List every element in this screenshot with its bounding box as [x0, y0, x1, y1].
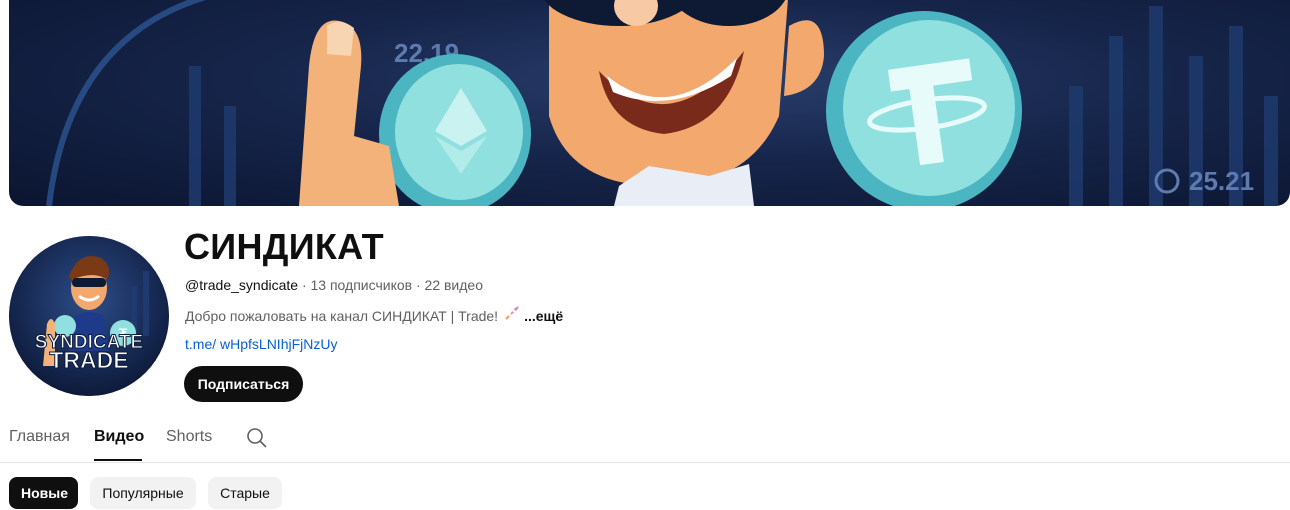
- channel-handle[interactable]: @trade_syndicate: [185, 277, 298, 293]
- tab-home[interactable]: Главная: [9, 428, 70, 446]
- channel-avatar[interactable]: ₮ SYNDICATE TRADE: [9, 236, 169, 396]
- avatar-artwork: ₮ SYNDICATE TRADE: [9, 236, 169, 396]
- meta-separator: ·: [412, 277, 425, 293]
- search-icon[interactable]: [246, 427, 268, 449]
- subscriber-count: 13 подписчиков: [310, 277, 413, 293]
- channel-banner: 22.19 25.21: [9, 0, 1290, 206]
- channel-meta: @trade_syndicate · 13 подписчиков · 22 в…: [185, 276, 483, 294]
- tab-videos[interactable]: Видео: [94, 428, 144, 446]
- meta-separator: ·: [298, 277, 311, 293]
- rocket-emoji-icon: [504, 305, 520, 326]
- ethereum-coin-icon: [379, 54, 531, 206]
- channel-external-link[interactable]: t.me/ wHpfsLNIhjFjNzUy: [185, 335, 337, 353]
- channel-title: СИНДИКАТ: [184, 226, 384, 267]
- avatar-text-line2: TRADE: [49, 347, 128, 373]
- filter-chip-popular[interactable]: Популярные: [90, 477, 196, 509]
- channel-tabs: Главная Видео Shorts: [0, 418, 1290, 463]
- filter-chip-oldest[interactable]: Старые: [208, 477, 282, 509]
- cartoon-character: [544, 0, 824, 206]
- description-text: Добро пожаловать на канал СИНДИКАТ | Tra…: [185, 308, 499, 324]
- channel-description[interactable]: Добро пожаловать на канал СИНДИКАТ | Tra…: [185, 305, 563, 326]
- banner-artwork: 22.19 25.21: [46, 0, 1278, 206]
- description-more-link[interactable]: ...ещё: [524, 308, 563, 324]
- subscribe-button[interactable]: Подписаться: [184, 366, 303, 402]
- active-tab-indicator: [94, 459, 142, 461]
- filter-chip-newest[interactable]: Новые: [9, 477, 78, 509]
- tether-coin-icon: [826, 11, 1022, 206]
- tab-shorts[interactable]: Shorts: [166, 428, 212, 446]
- video-count: 22 видео: [424, 277, 483, 293]
- banner-price-right: 25.21: [1189, 166, 1254, 196]
